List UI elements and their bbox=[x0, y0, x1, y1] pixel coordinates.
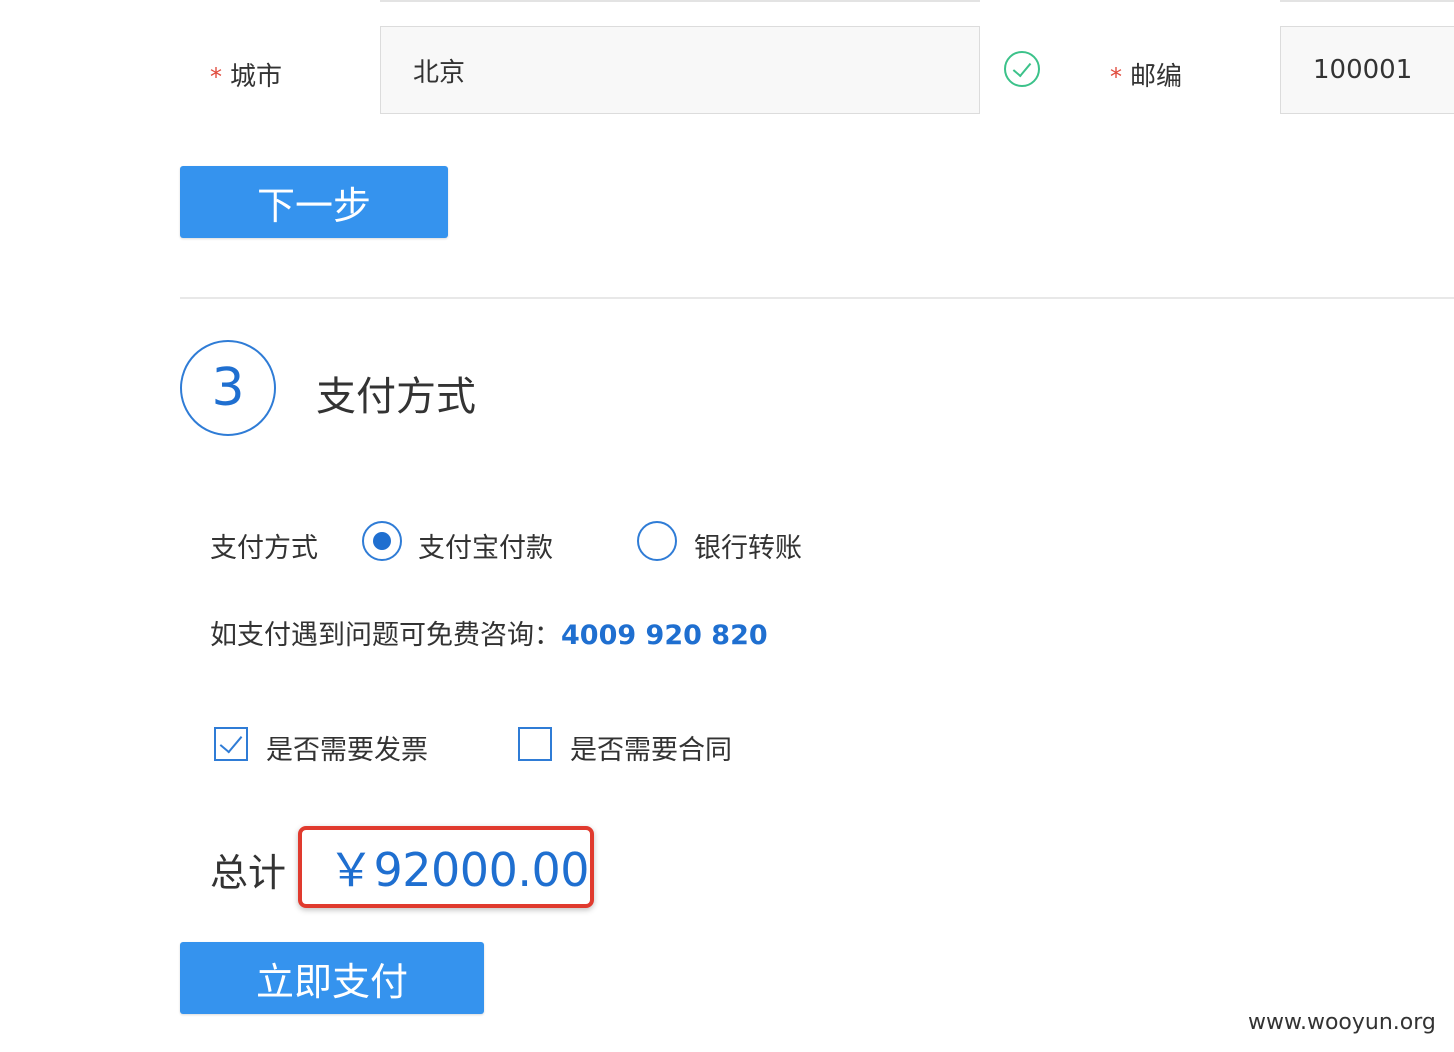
radio-bank-transfer[interactable] bbox=[637, 521, 677, 561]
check-circle-icon bbox=[1004, 51, 1040, 87]
required-mark: * bbox=[1110, 63, 1122, 91]
invoice-checkbox-label[interactable]: 是否需要发票 bbox=[266, 728, 428, 767]
payment-method-label: 支付方式 bbox=[210, 533, 318, 564]
total-amount: ￥92000.00 bbox=[328, 843, 590, 897]
radio-alipay[interactable] bbox=[362, 521, 402, 561]
previous-input-border bbox=[380, 0, 980, 2]
help-text-label: 如支付遇到问题可免费咨询： bbox=[210, 620, 561, 651]
step-number: 3 bbox=[211, 358, 245, 418]
checkout-page: * 城市 北京 * 邮编 100001 下一步 3 支付方式 支付方式 支付宝付款 … bbox=[0, 0, 1454, 1052]
required-mark: * bbox=[210, 63, 222, 91]
radio-bank-transfer-label[interactable]: 银行转账 bbox=[694, 526, 802, 565]
city-label-text: 城市 bbox=[230, 62, 283, 92]
total-label: 总计 bbox=[210, 851, 287, 895]
help-phone-number: 4009 920 820 bbox=[561, 620, 768, 651]
zip-label-text: 邮编 bbox=[1130, 62, 1183, 92]
section-divider bbox=[180, 297, 1454, 299]
total-amount-highlight: ￥92000.00 bbox=[298, 826, 594, 908]
zip-label: * 邮编 bbox=[1110, 56, 1182, 93]
contract-checkbox-label[interactable]: 是否需要合同 bbox=[570, 728, 732, 767]
contract-checkbox[interactable] bbox=[518, 727, 552, 761]
pay-now-button[interactable]: 立即支付 bbox=[180, 942, 484, 1014]
city-input[interactable]: 北京 bbox=[380, 26, 980, 114]
step-number-badge: 3 bbox=[180, 340, 276, 436]
pay-now-button-label: 立即支付 bbox=[255, 959, 408, 1004]
next-step-button-label: 下一步 bbox=[256, 183, 371, 228]
zip-input-value: 100001 bbox=[1313, 55, 1413, 85]
zip-input[interactable]: 100001 bbox=[1280, 26, 1454, 114]
invoice-checkbox[interactable] bbox=[214, 727, 248, 761]
next-step-button[interactable]: 下一步 bbox=[180, 166, 448, 238]
city-input-value: 北京 bbox=[413, 57, 466, 88]
section-title: 支付方式 bbox=[316, 374, 476, 420]
radio-alipay-label[interactable]: 支付宝付款 bbox=[418, 526, 553, 565]
city-label: * 城市 bbox=[210, 56, 282, 93]
previous-input-border bbox=[1280, 0, 1454, 2]
help-text: 如支付遇到问题可免费咨询：4009 920 820 bbox=[210, 613, 768, 652]
watermark: www.wooyun.org bbox=[1248, 1010, 1436, 1035]
